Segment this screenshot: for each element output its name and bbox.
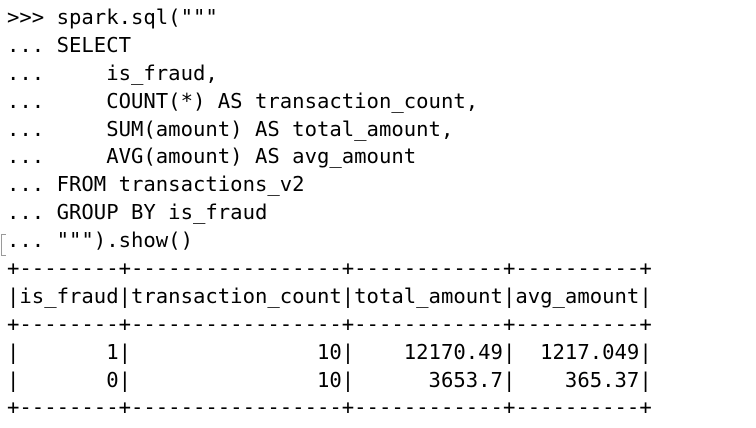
- selection-bracket: [1, 234, 6, 256]
- continuation-line: ... GROUP BY is_fraud: [7, 200, 268, 225]
- table-header-row: |is_fraud|transaction_count|total_amount…: [7, 283, 652, 308]
- continuation-line: ... SELECT: [7, 32, 131, 57]
- continuation-line: ... """).show(): [7, 228, 193, 253]
- table-border: +--------+-----------------+------------…: [7, 395, 652, 420]
- continuation-line: ... COUNT(*) AS transaction_count,: [7, 88, 479, 113]
- table-border: +--------+-----------------+------------…: [7, 256, 652, 281]
- prompt-line: >>> spark.sql(""": [7, 5, 218, 29]
- table-border: +--------+-----------------+------------…: [7, 311, 652, 336]
- continuation-line: ... FROM transactions_v2: [7, 172, 305, 197]
- terminal-output: >>> spark.sql(""" ... SELECT ... is_frau…: [1, 4, 752, 424]
- table-row: | 0| 10| 3653.7| 365.37|: [7, 367, 652, 392]
- table-row: | 1| 10| 12170.49| 1217.049|: [7, 339, 652, 364]
- continuation-line: ... AVG(amount) AS avg_amount: [7, 144, 417, 169]
- continuation-line: ... SUM(amount) AS total_amount,: [7, 116, 454, 141]
- continuation-line: ... is_fraud,: [7, 60, 218, 85]
